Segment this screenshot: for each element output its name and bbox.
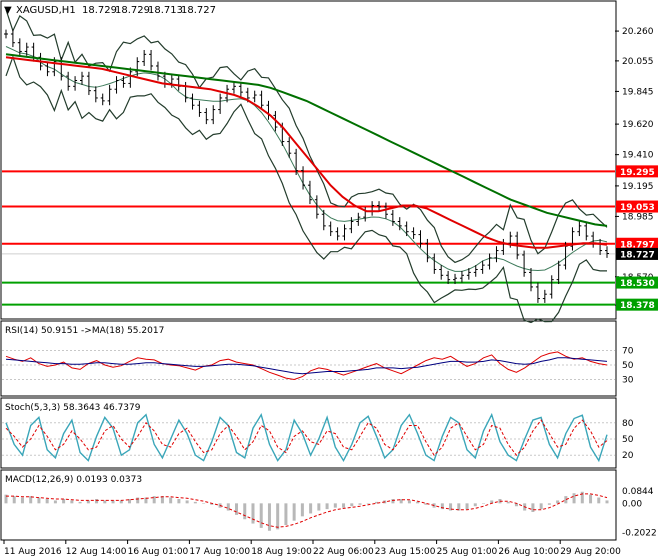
y-tick-label: 80 — [622, 419, 634, 429]
price-label-text: 19.053 — [620, 203, 655, 213]
y-tick-label: 50 — [622, 361, 634, 371]
macd-bar — [251, 503, 255, 524]
macd-bar — [202, 503, 206, 504]
macd-bar — [45, 499, 49, 504]
x-tick-label: 23 Aug 15:00 — [375, 547, 436, 557]
macd-bar — [300, 503, 304, 517]
price-label-text: 18.727 — [620, 250, 655, 260]
macd-bar — [391, 499, 395, 504]
y-tick-label: 20.055 — [622, 57, 654, 67]
price-ohlc-high: 18.729 — [115, 5, 150, 16]
macd-bar — [259, 503, 263, 528]
axis-layer: 11 Aug 2016 12 Aug 14:00 16 Aug 01:00 17 Au… — [3, 540, 621, 557]
macd-bar — [473, 503, 477, 507]
macd-bar — [78, 501, 82, 504]
x-tick-label: 26 Aug 10:00 — [498, 547, 559, 557]
y-tick-label: 20.260 — [622, 27, 654, 37]
macd-bar — [169, 497, 173, 504]
y-tick-label: 50 — [622, 435, 634, 445]
price-title: XAGUSD,H1 — [16, 5, 76, 16]
macd-bar — [556, 500, 560, 504]
y-tick-label: 70 — [622, 347, 634, 357]
macd-bar — [12, 496, 16, 504]
macd-bar — [37, 497, 41, 504]
macd-bar — [531, 503, 535, 512]
macd-bar — [416, 501, 420, 504]
macd-bar — [506, 501, 510, 504]
macd-bar — [358, 503, 362, 505]
macd-bar — [243, 503, 247, 520]
y-tick-label: 19.410 — [622, 151, 654, 161]
price-label-text: 18.378 — [620, 301, 655, 311]
macd-bar — [136, 497, 140, 504]
macd-bar — [350, 503, 354, 507]
trading-chart: 20.260 20.055 19.845 19.620 19.410 19.195 18.9… — [0, 0, 658, 557]
price-label-text: 19.295 — [620, 168, 655, 178]
macd-bar — [193, 501, 197, 504]
y-tick-label: 0.0844 — [622, 487, 654, 497]
x-tick-label: 12 Aug 14:00 — [66, 547, 127, 557]
macd-bar — [226, 503, 230, 511]
macd-bar — [572, 493, 576, 504]
x-tick-label: 11 Aug 2016 — [4, 547, 62, 557]
macd-bar — [284, 503, 288, 525]
y-tick-label: 19.620 — [622, 120, 654, 130]
macd-bar — [185, 500, 189, 504]
macd-bar — [235, 503, 239, 515]
rsi-title: RSI(14) 50.9151 ->MA(18) 55.2017 — [5, 326, 164, 336]
macd-bar — [276, 503, 280, 530]
price-ohlc-low: 18.713 — [148, 5, 183, 16]
y-tick-label: 18.985 — [622, 212, 654, 222]
y-tick-label: -0.2022 — [622, 529, 657, 539]
macd-bar — [407, 500, 411, 504]
chevron-down-icon[interactable]: ▼ — [4, 5, 12, 16]
macd-bar — [482, 503, 486, 504]
macd-bar — [589, 494, 593, 504]
macd-bar — [95, 499, 99, 504]
macd-bar — [342, 503, 346, 508]
macd-bar — [605, 500, 609, 504]
macd-bar — [70, 500, 74, 504]
macd-bar — [292, 503, 296, 521]
macd-bar — [539, 503, 543, 510]
y-tick-label: 30 — [622, 376, 634, 386]
macd-bar — [317, 503, 321, 511]
macd-bar — [62, 499, 66, 504]
x-tick-label: 22 Aug 06:00 — [313, 547, 374, 557]
macd-bar — [267, 503, 271, 531]
macd-bar — [333, 503, 337, 508]
macd-bar — [309, 503, 313, 514]
macd-bar — [547, 503, 551, 505]
macd-bar — [53, 500, 57, 504]
x-tick-label: 17 Aug 10:00 — [189, 547, 250, 557]
macd-bar — [325, 503, 329, 510]
macd-bar — [20, 497, 24, 504]
x-tick-label: 16 Aug 01:00 — [128, 547, 189, 557]
price-ohlc-close: 18.727 — [181, 5, 216, 16]
stoch-title: Stoch(5,3,3) 58.3643 46.7379 — [5, 403, 141, 413]
macd-bar — [177, 499, 181, 504]
x-tick-label: 18 Aug 19:00 — [251, 547, 312, 557]
y-tick-label: 0.00 — [622, 499, 642, 509]
y-tick-label: 19.845 — [622, 87, 654, 97]
macd-bar — [597, 497, 601, 504]
x-tick-label: 29 Aug 20:00 — [560, 547, 621, 557]
price-label-text: 18.530 — [620, 279, 655, 289]
x-tick-label: 25 Aug 01:00 — [437, 547, 498, 557]
macd-bar — [465, 503, 469, 510]
y-tick-label: 19.195 — [622, 182, 654, 192]
macd-bar — [366, 503, 370, 504]
price-ohlc-open: 18.729 — [82, 5, 117, 16]
macd-title: MACD(12,26,9) 0.0193 0.0373 — [5, 475, 142, 485]
y-tick-label: 20 — [622, 451, 634, 461]
